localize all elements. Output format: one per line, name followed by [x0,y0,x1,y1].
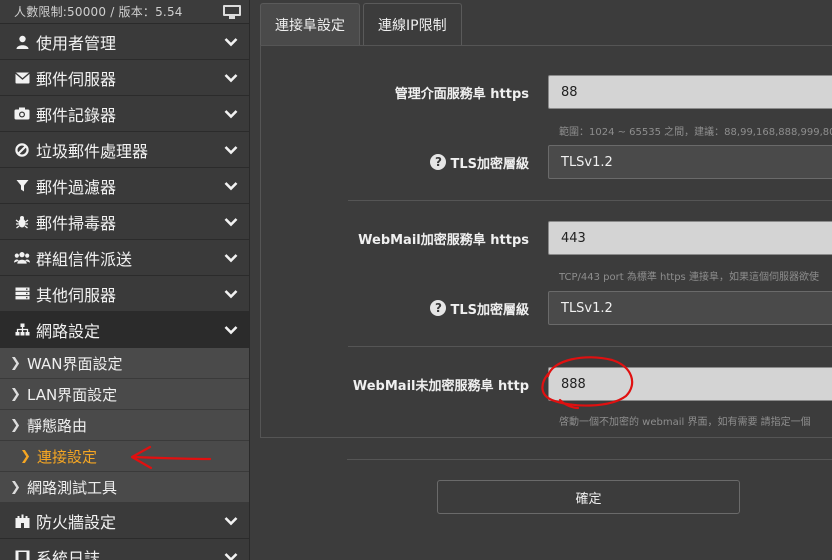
tls-level-select-1[interactable]: TLSv1.2 [548,145,832,179]
tls-level-label-2: ? TLS加密層級 [430,296,529,320]
subitem-wan-settings[interactable]: ❯ WAN界面設定 [0,348,249,379]
sidebar-item-label: 郵件記錄器 [36,105,117,125]
server-icon [14,286,30,302]
film-icon [14,549,30,560]
sidebar-item-mail-filter[interactable]: 郵件過濾器 [0,168,249,204]
sidebar-item-mail-recorder[interactable]: 郵件記錄器 [0,96,249,132]
tab-ip-limit[interactable]: 連線IP限制 [363,3,462,45]
tls-level-select-2[interactable]: TLSv1.2 [548,291,832,325]
license-version-text: 人數限制:50000 / 版本：5.54 [14,5,183,19]
sidebar-item-spam-handler[interactable]: 垃圾郵件處理器 [0,132,249,168]
chevron-down-icon [223,34,239,50]
webmail-http-input[interactable]: 888 [548,367,832,401]
chevron-down-icon [223,322,239,338]
user-icon [14,34,30,50]
https-port-hint: 範圍：1024 ~ 65535 之間，建議：88,99,168,888,999,… [559,127,832,138]
camera-icon [14,106,30,122]
subitem-label: 連接設定 [37,447,98,466]
sidebar-item-label: 群組信件派送 [36,249,133,269]
chevron-down-icon [223,513,239,529]
webmail-http-hint: 啓動一個不加密的 webmail 界面，如有需要 請指定一個 [559,417,811,428]
divider [348,346,832,347]
subitem-lan-settings[interactable]: ❯ LAN界面設定 [0,379,249,410]
settings-panel: 管理介面服務阜 https 88 範圍：1024 ~ 65535 之間，建議：8… [260,45,832,438]
sidebar-item-system-log[interactable]: 系統日誌 [0,539,249,560]
sidebar-item-other-servers[interactable]: 其他伺服器 [0,276,249,312]
subitem-network-test-tools[interactable]: ❯ 網路測試工具 [0,472,249,503]
webmail-https-hint: TCP/443 port 為標準 https 連接阜，如果這個伺服器欲使 [559,272,819,283]
filter-icon [14,178,30,194]
chevron-right-icon: ❯ [20,448,31,464]
webmail-https-input[interactable]: 443 [548,221,832,255]
sidebar-item-label: 系統日誌 [36,548,101,560]
main-content: 連接阜設定 連線IP限制 管理介面服務阜 https 88 範圍：1024 ~ … [250,0,832,560]
monitor-icon[interactable] [223,4,241,19]
tls-level-text-2: TLS加密層級 [450,302,529,318]
subitem-label: WAN界面設定 [27,354,123,373]
envelope-icon [14,70,30,86]
chevron-down-icon [223,214,239,230]
chevron-right-icon: ❯ [10,417,21,433]
castle-icon [14,513,30,529]
sidebar-item-label: 防火牆設定 [36,512,117,532]
subitem-label: LAN界面設定 [27,385,118,404]
sidebar-item-mail-server[interactable]: 郵件伺服器 [0,60,249,96]
question-icon[interactable]: ? [430,300,447,316]
sidebar-item-label: 郵件過濾器 [36,177,117,197]
sidebar-header: 人數限制:50000 / 版本：5.54 [0,0,249,24]
sidebar-item-label: 郵件伺服器 [36,69,117,89]
question-icon[interactable]: ? [430,154,447,170]
tab-port-settings[interactable]: 連接阜設定 [260,3,360,45]
divider [348,200,832,201]
sidebar-item-network-settings[interactable]: 網路設定 [0,312,249,348]
chevron-down-icon [223,106,239,122]
tls-level-text-1: TLS加密層級 [450,156,529,172]
subitem-static-route[interactable]: ❯ 靜態路由 [0,410,249,441]
app-root: 人數限制:50000 / 版本：5.54 使用者管理 郵件伺服器 郵件記錄器 垃… [0,0,832,560]
chevron-down-icon [223,178,239,194]
webmail-https-label: WebMail加密服務阜 https [358,232,529,248]
https-port-label: 管理介面服務阜 https [394,86,529,102]
sidebar-item-label: 其他伺服器 [36,285,117,305]
ban-icon [14,142,30,158]
sidebar-item-firewall[interactable]: 防火牆設定 [0,503,249,539]
chevron-down-icon [223,142,239,158]
chevron-down-icon [223,286,239,302]
chevron-right-icon: ❯ [10,355,21,371]
chevron-right-icon: ❯ [10,479,21,495]
tls-level-label-1: ? TLS加密層級 [430,150,529,174]
sidebar: 人數限制:50000 / 版本：5.54 使用者管理 郵件伺服器 郵件記錄器 垃… [0,0,250,560]
https-port-input[interactable]: 88 [548,75,832,109]
sidebar-item-group-mail[interactable]: 群組信件派送 [0,240,249,276]
webmail-http-label: WebMail未加密服務阜 http [352,378,529,394]
subitem-connection-settings[interactable]: ❯ 連接設定 [0,441,249,472]
divider [347,459,832,460]
chevron-down-icon [223,250,239,266]
sidebar-item-label: 網路設定 [36,321,101,341]
subitem-label: 網路測試工具 [27,478,118,497]
sidebar-item-label: 郵件掃毒器 [36,213,117,233]
sidebar-item-label: 垃圾郵件處理器 [36,141,149,161]
subitem-label: 靜態路由 [27,416,88,435]
chevron-right-icon: ❯ [10,386,21,402]
users-icon [14,250,30,266]
bug-icon [14,214,30,230]
confirm-button[interactable]: 確定 [437,480,740,514]
chevron-down-icon [223,549,239,560]
tab-bar: 連接阜設定 連線IP限制 [260,3,465,45]
chevron-down-icon [223,70,239,86]
sitemap-icon [14,322,30,338]
sidebar-item-label: 使用者管理 [36,33,117,53]
sidebar-item-user-management[interactable]: 使用者管理 [0,24,249,60]
sidebar-item-virus-scanner[interactable]: 郵件掃毒器 [0,204,249,240]
